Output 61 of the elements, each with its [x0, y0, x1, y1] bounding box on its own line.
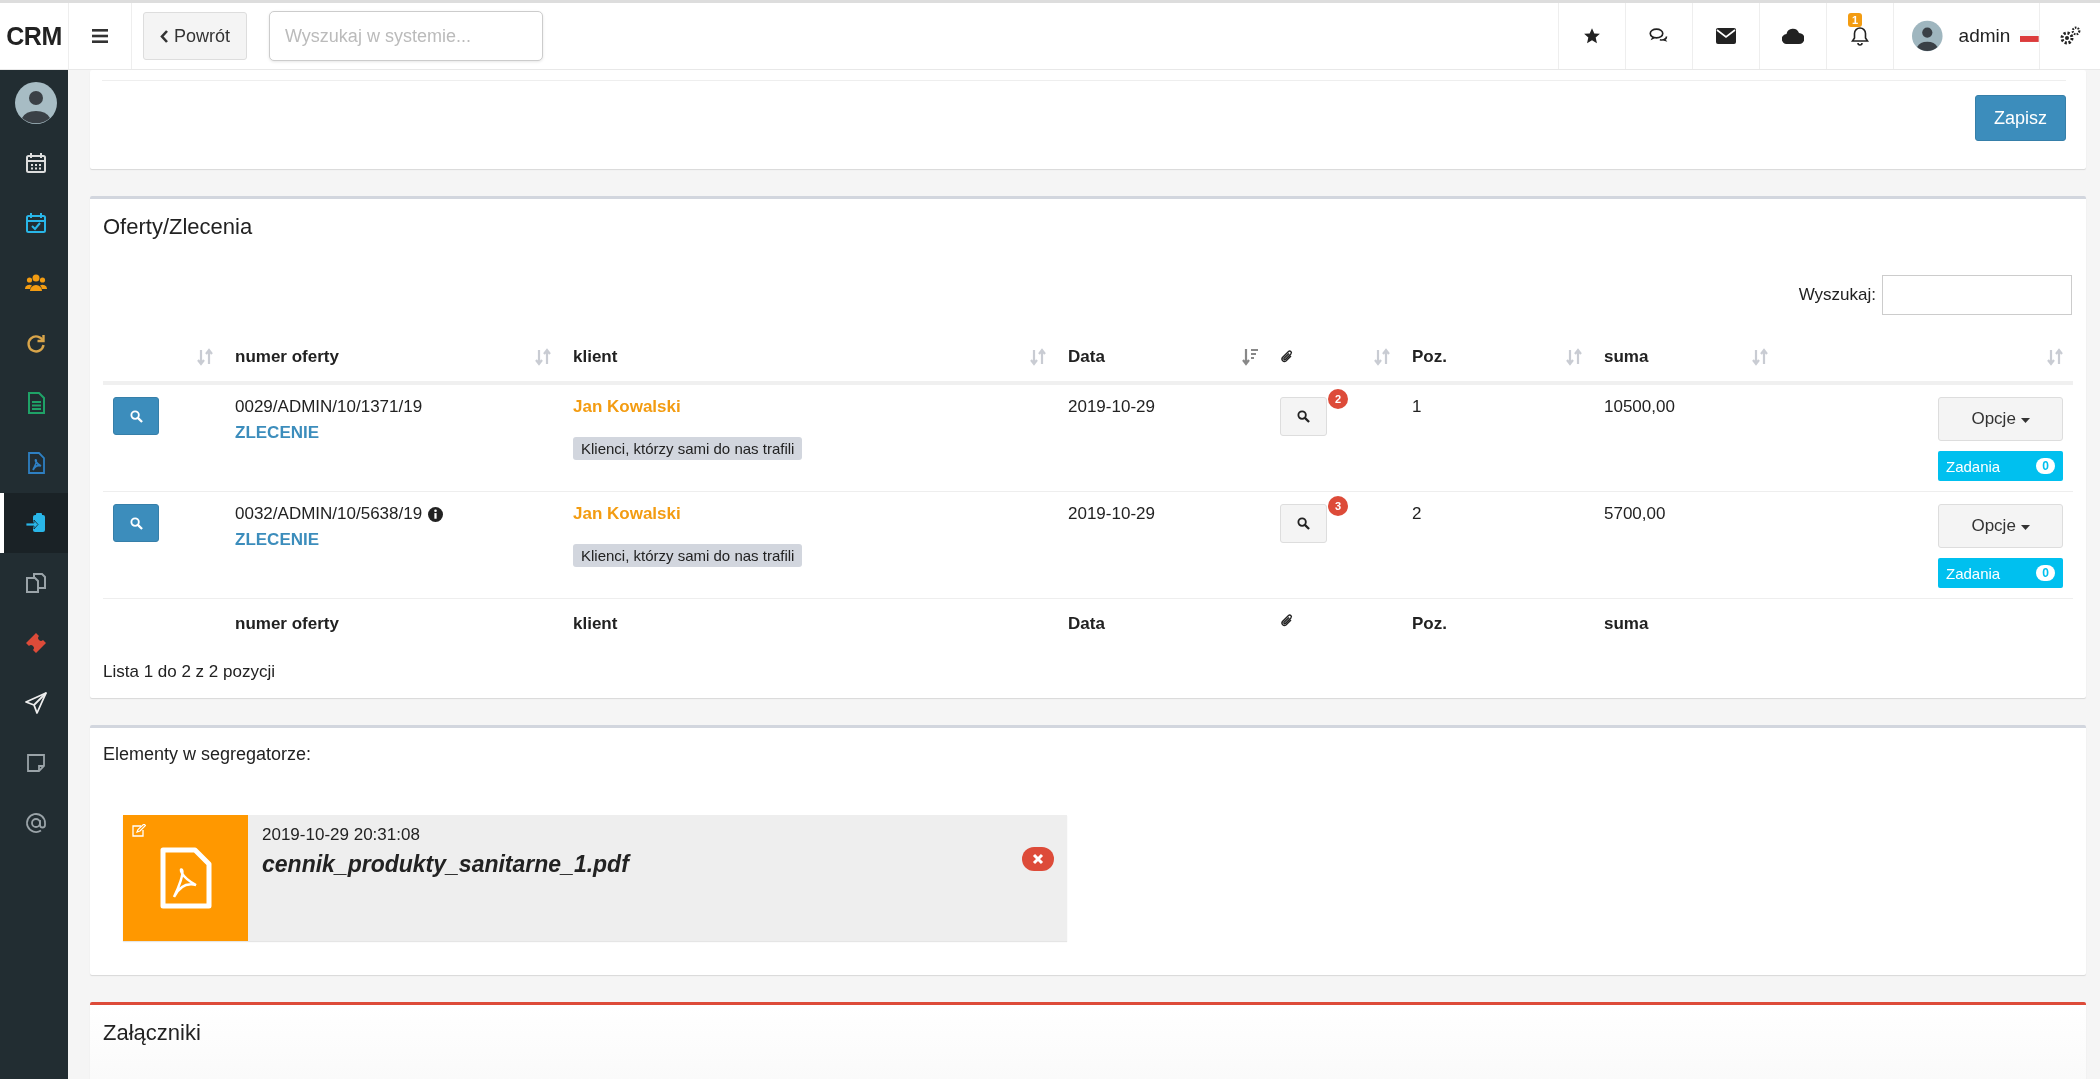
- column-footer: Poz.: [1412, 613, 1447, 633]
- search-icon: [129, 409, 143, 423]
- file-card[interactable]: 2019-10-29 20:31:08 cennik_produkty_sanitarne_1.pdf: [123, 815, 1067, 941]
- table-search-field[interactable]: [1882, 275, 2072, 315]
- column-header[interactable]: Data: [1056, 333, 1268, 383]
- table-info: Lista 1 do 2 z 2 pozycji: [102, 661, 276, 683]
- user-avatar[interactable]: [1912, 18, 1943, 54]
- menu-icon[interactable]: [68, 3, 132, 69]
- options-button[interactable]: Opcje: [1938, 397, 2063, 441]
- client-tag: Klienci, którzy sami do nas trafili: [573, 544, 803, 567]
- attachment-count-badge: 3: [1328, 496, 1348, 516]
- search-field[interactable]: Wyszukaj w systemie...: [269, 11, 544, 61]
- save-button[interactable]: Zapisz: [1975, 95, 2066, 141]
- order-type-link[interactable]: ZLECENIE: [235, 423, 320, 443]
- avatar-icon: [15, 82, 57, 124]
- notification-badge: 1: [1848, 13, 1863, 27]
- date-cell: 2019-10-29: [1068, 397, 1155, 416]
- app-logo[interactable]: CRM: [0, 21, 68, 51]
- attachment-count-badge: 2: [1328, 389, 1348, 409]
- column-footer: numer oferty: [235, 613, 339, 633]
- attachments-button[interactable]: [1280, 504, 1327, 543]
- client-tag: Klienci, którzy sami do nas trafili: [573, 437, 803, 460]
- attachments-button[interactable]: [1280, 397, 1327, 436]
- panel-title: Elementy w segregatorze:: [102, 743, 313, 766]
- view-button[interactable]: [113, 504, 159, 542]
- user-name[interactable]: admin: [1958, 25, 2011, 47]
- sum-cell: 10500,00: [1604, 397, 1675, 416]
- file-name[interactable]: cennik_produkty_sanitarne_1.pdf: [262, 851, 1008, 878]
- search-icon: [1297, 517, 1310, 530]
- sum-cell: 5700,00: [1604, 504, 1666, 523]
- panel-title: Oferty/Zlecenia: [102, 213, 254, 241]
- search-icon: [129, 516, 143, 530]
- sidebar-item[interactable]: [0, 493, 68, 553]
- column-header[interactable]: Poz.: [1400, 333, 1592, 383]
- column-footer: Data: [1068, 613, 1105, 633]
- column-header[interactable]: numer oferty: [223, 333, 561, 383]
- paperclip-icon: [1280, 349, 1294, 365]
- date-cell: 2019-10-29: [1068, 504, 1155, 523]
- view-button[interactable]: [113, 397, 159, 435]
- file-timestamp: 2019-10-29 20:31:08: [262, 825, 421, 845]
- position-cell: 2: [1412, 504, 1422, 523]
- column-footer: klient: [573, 613, 618, 633]
- order-type-link[interactable]: ZLECENIE: [235, 530, 320, 550]
- panel-title: Załączniki: [102, 1019, 202, 1047]
- search-label: Wyszukaj:: [1798, 285, 1876, 305]
- column-header[interactable]: suma: [1592, 333, 1778, 383]
- order-number: 0029/ADMIN/10/1371/19: [235, 397, 423, 417]
- back-button[interactable]: Powrót: [143, 12, 248, 60]
- order-number: 0032/ADMIN/10/5638/19: [235, 504, 423, 524]
- options-button[interactable]: Opcje: [1938, 504, 2063, 548]
- flag-icon: [2020, 29, 2039, 43]
- column-header[interactable]: klient: [561, 333, 1056, 383]
- search-icon: [1297, 410, 1310, 423]
- pdf-file-icon: [159, 847, 212, 909]
- chevron-left-icon: [160, 29, 169, 43]
- position-cell: 1: [1412, 397, 1422, 416]
- caret-down-icon: [2020, 418, 2030, 424]
- column-footer: suma: [1604, 613, 1649, 633]
- caret-down-icon: [2020, 525, 2030, 531]
- paperclip-icon: [1280, 613, 1294, 629]
- delete-icon[interactable]: [1022, 847, 1054, 871]
